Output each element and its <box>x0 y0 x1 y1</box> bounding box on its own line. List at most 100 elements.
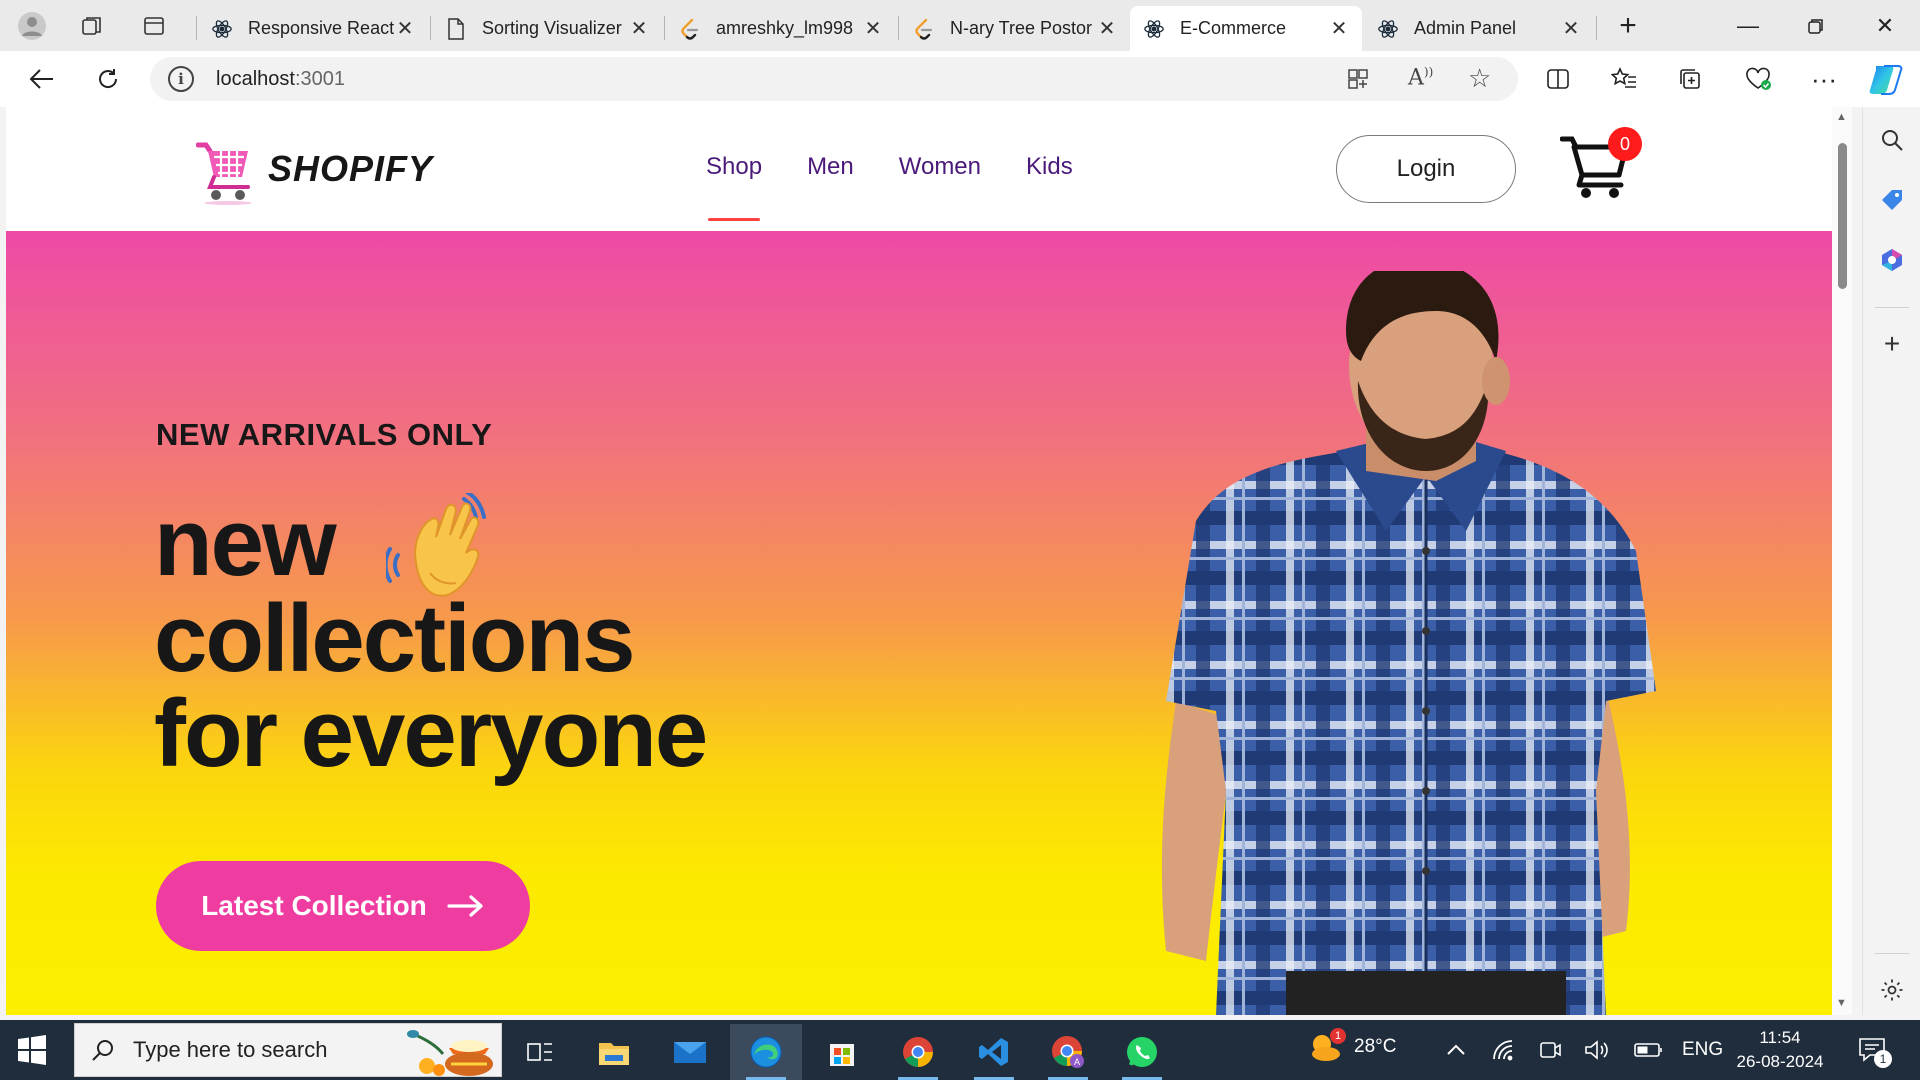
favorites-icon[interactable] <box>1606 61 1642 97</box>
page-icon <box>444 17 468 41</box>
hero-banner: NEW ARRIVALS ONLY new collections for ev… <box>6 231 1832 1015</box>
tab-nary-tree[interactable]: N-ary Tree Postor ✕ <box>900 6 1130 51</box>
tab-leetcode-profile[interactable]: amreshky_lm998 ✕ <box>666 6 896 51</box>
hero-headline-line3: for everyone <box>154 680 708 787</box>
browser-essentials-icon[interactable] <box>1740 61 1776 97</box>
windows-start-icon[interactable] <box>16 1034 48 1066</box>
sidebar-settings-gear-icon[interactable] <box>1875 973 1909 1007</box>
close-tab-icon[interactable]: ✕ <box>394 16 416 41</box>
workspaces-icon[interactable] <box>74 8 110 44</box>
page-scrollbar[interactable]: ▲ ▼ <box>1832 107 1852 1015</box>
edge-browser-icon[interactable] <box>730 1024 802 1080</box>
scroll-thumb[interactable] <box>1838 143 1847 289</box>
login-button[interactable]: Login <box>1336 135 1516 203</box>
close-tab-icon[interactable]: ✕ <box>1560 16 1582 41</box>
close-tab-icon[interactable]: ✕ <box>1096 16 1118 41</box>
tab-ecommerce[interactable]: E-Commerce ✕ <box>1130 6 1362 51</box>
vscode-icon[interactable] <box>958 1024 1030 1080</box>
nav-item-women[interactable]: Women <box>899 153 981 181</box>
hero-model-image <box>1161 271 1656 1015</box>
chrome-profile-icon[interactable]: A <box>1032 1024 1104 1080</box>
nav-item-kids[interactable]: Kids <box>1026 153 1073 181</box>
close-tab-icon[interactable]: ✕ <box>862 16 884 41</box>
address-bar[interactable]: i localhost:3001 A)) ☆ <box>150 57 1518 101</box>
tab-admin-panel[interactable]: Admin Panel ✕ <box>1364 6 1594 51</box>
search-icon[interactable] <box>1875 123 1909 157</box>
hero-headline-line1: new <box>154 489 337 596</box>
tab-actions-icon[interactable] <box>136 8 172 44</box>
battery-icon[interactable] <box>1634 1020 1664 1080</box>
add-sidebar-app-icon[interactable]: + <box>1875 327 1909 361</box>
leetcode-icon <box>912 17 936 41</box>
language-indicator[interactable]: ENG <box>1682 1020 1723 1080</box>
whatsapp-icon[interactable] <box>1106 1024 1178 1080</box>
weather-widget[interactable]: 1 28°C <box>1306 1028 1397 1064</box>
restore-icon[interactable] <box>1783 0 1849 51</box>
notifications-icon[interactable]: 1 <box>1858 1020 1892 1080</box>
file-explorer-icon[interactable] <box>578 1024 650 1080</box>
new-tab-icon[interactable]: + <box>1610 8 1646 44</box>
chrome-icon[interactable] <box>882 1024 954 1080</box>
tab-sorting-visualizer[interactable]: Sorting Visualizer ✕ <box>432 6 662 51</box>
shopping-cart-logo-icon <box>196 142 252 205</box>
svg-text:A: A <box>1074 1057 1080 1067</box>
more-options-icon[interactable]: ··· <box>1806 61 1842 97</box>
meet-now-icon[interactable] <box>1538 1020 1562 1080</box>
tab-responsive-react[interactable]: Responsive React ✕ <box>198 6 428 51</box>
react-icon <box>1142 17 1166 41</box>
copilot-icon[interactable] <box>1866 60 1906 100</box>
close-tab-icon[interactable]: ✕ <box>628 16 650 41</box>
react-icon <box>210 17 234 41</box>
latest-collection-label: Latest Collection <box>201 890 427 921</box>
hero-kicker: NEW ARRIVALS ONLY <box>156 417 493 452</box>
favorite-star-icon[interactable]: ☆ <box>1468 63 1491 94</box>
taskbar-search-box[interactable]: Type here to search <box>74 1023 502 1077</box>
minimize-icon[interactable]: — <box>1715 0 1781 51</box>
site-navbar: SHOPIFY Shop Men Women Kids Login 0 <box>6 107 1832 231</box>
split-screen-icon[interactable] <box>1540 61 1576 97</box>
cart-count-badge: 0 <box>1608 127 1642 161</box>
windows-taskbar: Type here to search A 1 28°C ENG 11:54 2… <box>0 1020 1920 1080</box>
nav-item-shop[interactable]: Shop <box>706 153 762 221</box>
microsoft-365-icon[interactable] <box>1875 243 1909 277</box>
tab-label: E-Commerce <box>1180 18 1287 38</box>
url-text: localhost:3001 <box>216 67 345 90</box>
close-window-icon[interactable]: ✕ <box>1852 0 1918 51</box>
festival-pot-icon <box>407 1030 493 1076</box>
arrow-right-icon <box>447 895 483 917</box>
shopping-tag-icon[interactable] <box>1875 183 1909 217</box>
tab-label: amreshky_lm998 <box>716 18 854 38</box>
back-icon[interactable] <box>24 61 60 97</box>
show-hidden-icons-chevron-icon[interactable] <box>1446 1020 1466 1080</box>
latest-collection-button[interactable]: Latest Collection <box>156 861 530 951</box>
app-available-icon[interactable] <box>1346 67 1370 96</box>
tab-label: Responsive React <box>248 18 394 38</box>
scroll-down-arrow-icon[interactable]: ▼ <box>1836 997 1847 1009</box>
react-icon <box>1376 17 1400 41</box>
mail-icon[interactable] <box>654 1024 726 1080</box>
close-tab-icon[interactable]: ✕ <box>1328 16 1350 41</box>
weather-temp: 28°C <box>1354 1036 1397 1057</box>
page-viewport: SHOPIFY Shop Men Women Kids Login 0 NEW … <box>6 107 1832 1015</box>
brand[interactable]: SHOPIFY <box>196 133 433 205</box>
read-aloud-icon[interactable]: A)) <box>1408 65 1433 90</box>
collections-icon[interactable] <box>1672 61 1708 97</box>
clock[interactable]: 11:54 26-08-2024 <box>1730 1026 1830 1074</box>
tab-label: N-ary Tree Postor <box>950 18 1093 38</box>
microsoft-store-icon[interactable] <box>806 1024 878 1080</box>
scroll-up-arrow-icon[interactable]: ▲ <box>1836 111 1847 123</box>
search-icon <box>92 1040 113 1061</box>
task-view-icon[interactable] <box>504 1024 576 1080</box>
refresh-icon[interactable] <box>90 61 126 97</box>
nav-item-men[interactable]: Men <box>807 153 854 181</box>
weather-badge: 1 <box>1330 1028 1346 1044</box>
notification-count-badge: 1 <box>1874 1050 1892 1068</box>
site-info-icon[interactable]: i <box>168 66 194 92</box>
volume-icon[interactable] <box>1584 1020 1610 1080</box>
browser-tab-strip: Responsive React ✕ Sorting Visualizer ✕ … <box>0 0 1920 51</box>
profile-icon[interactable] <box>14 8 50 44</box>
clock-date: 26-08-2024 <box>1736 1052 1824 1071</box>
hero-headline-line2: collections <box>154 585 635 692</box>
tab-label: Sorting Visualizer <box>482 18 622 38</box>
wifi-icon[interactable] <box>1492 1020 1518 1080</box>
